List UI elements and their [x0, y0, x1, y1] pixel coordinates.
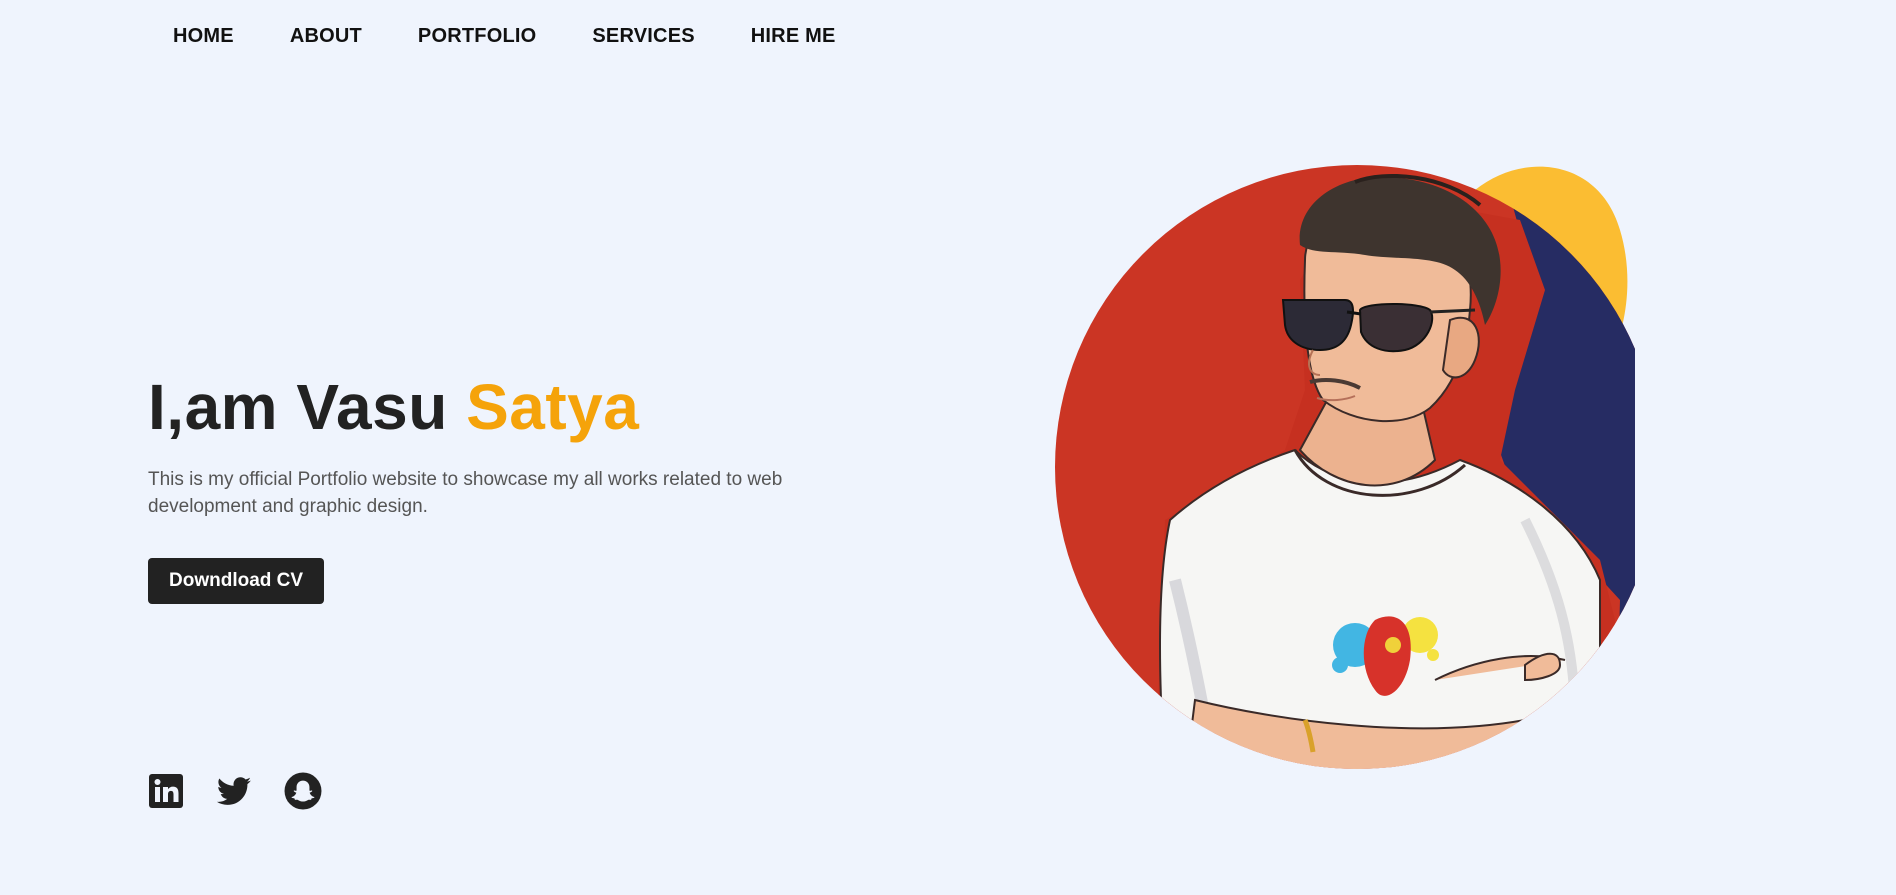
hero-section: I,am Vasu Satya This is my official Port…	[148, 372, 828, 605]
social-links	[148, 772, 322, 810]
twitter-icon[interactable]	[214, 773, 254, 809]
nav-services[interactable]: SERVICES	[592, 25, 694, 48]
hero-title: I,am Vasu Satya	[148, 372, 828, 442]
hero-title-name: I,am Vasu	[148, 371, 448, 443]
page: HOME ABOUT PORTFOLIO SERVICES HIRE ME I,…	[0, 0, 1896, 895]
hero-title-accent: Satya	[466, 371, 640, 443]
download-cv-button[interactable]: Downdload CV	[148, 558, 325, 605]
profile-avatar	[1055, 165, 1635, 769]
nav-about[interactable]: ABOUT	[290, 25, 362, 48]
main-nav: HOME ABOUT PORTFOLIO SERVICES HIRE ME	[173, 25, 892, 48]
hero-description: This is my official Portfolio website to…	[148, 469, 783, 518]
nav-home[interactable]: HOME	[173, 25, 234, 48]
nav-portfolio[interactable]: PORTFOLIO	[418, 25, 536, 48]
linkedin-icon[interactable]	[148, 773, 184, 809]
snapchat-icon[interactable]	[284, 772, 322, 810]
nav-hire-me[interactable]: HIRE ME	[751, 25, 836, 48]
